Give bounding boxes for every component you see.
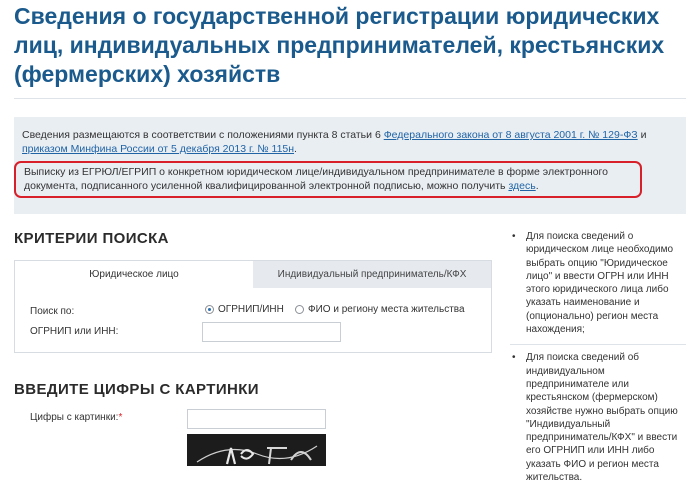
captcha-input[interactable] — [187, 409, 326, 429]
help-item-text: Для поиска сведений об индивидуальном пр… — [526, 352, 678, 484]
order-link[interactable]: приказом Минфина России от 5 декабря 201… — [22, 143, 294, 155]
ogrnip-input[interactable] — [202, 322, 341, 342]
info-text-end: . — [294, 143, 297, 155]
radio-fio-label: ФИО и региону места жительства — [308, 304, 465, 315]
entity-type-tabs: Юридическое лицо Индивидуальный предприн… — [14, 260, 492, 289]
info-text-start: Сведения размещаются в соответствии с по… — [22, 129, 384, 141]
radio-ogrnip-label: ОГРНИП/ИНН — [218, 304, 284, 315]
captcha-section-title: ВВЕДИТЕ ЦИФРЫ С КАРТИНКИ — [14, 381, 259, 398]
required-mark: * — [118, 412, 123, 423]
extract-link[interactable]: здесь — [508, 180, 535, 192]
search-form-panel — [14, 288, 492, 353]
captcha-label: Цифры с картинки:* — [30, 412, 122, 423]
search-by-label: Поиск по: — [30, 306, 75, 317]
page-title: Сведения о государственной регистрации ю… — [14, 3, 665, 87]
help-item: • Для поиска сведений об индивидуальном … — [510, 351, 686, 484]
radio-ogrnip[interactable]: ОГРНИП/ИНН — [205, 304, 284, 315]
tab-legal-entity[interactable]: Юридическое лицо — [15, 261, 253, 288]
search-criteria-title: КРИТЕРИИ ПОИСКА — [14, 230, 169, 247]
radio-checked-icon[interactable] — [205, 305, 214, 314]
extract-end: . — [535, 180, 539, 192]
radio-unchecked-icon[interactable] — [295, 305, 304, 314]
help-item: • Для поиска сведений о юридическом лице… — [510, 230, 686, 336]
title-divider — [14, 98, 686, 99]
help-sidebar: • Для поиска сведений о юридическом лице… — [510, 230, 686, 484]
info-text: Сведения размещаются в соответствии с по… — [22, 128, 662, 156]
bullet-icon: • — [512, 231, 516, 242]
info-text-middle: и — [637, 129, 647, 141]
captcha-image — [187, 434, 326, 466]
extract-notice: Выписку из ЕГРЮЛ/ЕГРИП о конкретном юрид… — [24, 165, 636, 193]
sidebar-divider — [510, 344, 686, 346]
captcha-label-text: Цифры с картинки: — [30, 412, 119, 423]
tab-individual-entrepreneur[interactable]: Индивидуальный предприниматель/КФХ — [253, 261, 491, 288]
radio-fio-region[interactable]: ФИО и региону места жительства — [295, 304, 465, 315]
law-link[interactable]: Федерального закона от 8 августа 2001 г.… — [384, 129, 638, 141]
ogrnip-label: ОГРНИП или ИНН: — [30, 326, 119, 337]
help-item-text: Для поиска сведений о юридическом лице н… — [526, 231, 674, 336]
bullet-icon: • — [512, 352, 516, 364]
